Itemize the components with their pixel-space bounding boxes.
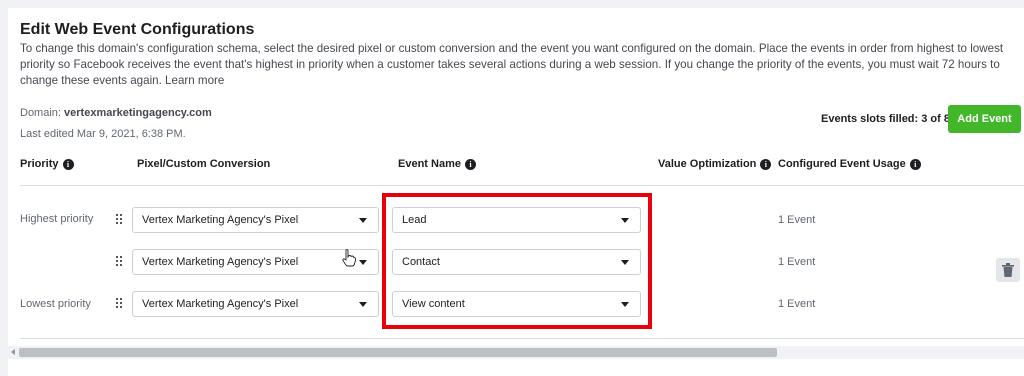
hand-cursor-icon [342, 249, 356, 267]
drag-handle-icon[interactable] [116, 214, 124, 226]
col-event-name: Event Name i [398, 158, 476, 170]
domain-value: vertexmarketingagency.com [64, 107, 212, 119]
col-pixel-label: Pixel/Custom Conversion [137, 158, 271, 170]
slots-filled: Events slots filled: 3 of 8 [821, 113, 950, 125]
col-configured-usage-label: Configured Event Usage [778, 158, 906, 170]
col-value-optimization: Value Optimization i [658, 158, 772, 170]
priority-label-highest: Highest priority [20, 213, 94, 225]
domain-label: Domain: [20, 107, 61, 119]
last-edited: Last edited Mar 9, 2021, 6:38 PM. [20, 128, 186, 140]
horizontal-scrollbar[interactable] [8, 346, 1024, 359]
scroll-left-icon[interactable] [11, 349, 15, 355]
col-priority-label: Priority [20, 158, 59, 170]
pixel-select-value: Vertex Marketing Agency's Pixel [142, 256, 299, 268]
add-event-button[interactable]: Add Event [948, 105, 1021, 133]
caret-down-icon [359, 302, 367, 307]
trash-icon [1002, 263, 1014, 277]
info-icon[interactable]: i [464, 158, 476, 170]
col-configured-usage: Configured Event Usage i [778, 158, 921, 170]
priority-label-lowest: Lowest priority [20, 298, 91, 310]
delete-event-button[interactable] [996, 258, 1020, 282]
learn-more-link[interactable]: Learn more [165, 74, 224, 87]
page-title: Edit Web Event Configurations [20, 21, 255, 38]
info-icon[interactable]: i [909, 158, 921, 170]
table-bottom-divider [20, 338, 1024, 339]
pixel-select-value: Vertex Marketing Agency's Pixel [142, 298, 299, 310]
pixel-select[interactable]: Vertex Marketing Agency's Pixel [132, 291, 379, 317]
event-usage: 1 Event [778, 256, 816, 268]
drag-handle-icon[interactable] [116, 298, 124, 310]
highlight-box [382, 193, 652, 329]
col-event-name-label: Event Name [398, 158, 461, 170]
pixel-select[interactable]: Vertex Marketing Agency's Pixel [132, 207, 379, 233]
drag-handle-icon[interactable] [116, 256, 124, 268]
description: To change this domain's configuration sc… [20, 41, 1022, 89]
col-priority: Priority i [20, 158, 74, 170]
caret-down-icon [359, 218, 367, 223]
col-pixel: Pixel/Custom Conversion [137, 158, 270, 170]
scrollbar-thumb[interactable] [19, 348, 777, 357]
col-value-optimization-label: Value Optimization [658, 158, 757, 170]
event-usage: 1 Event [778, 298, 816, 310]
event-usage: 1 Event [778, 214, 816, 226]
header-divider [20, 185, 1024, 186]
info-icon[interactable]: i [62, 158, 74, 170]
domain-info: Domain: vertexmarketingagency.com [20, 107, 212, 119]
web-event-config-panel: Edit Web Event Configurations To change … [8, 8, 1024, 376]
pixel-select-value: Vertex Marketing Agency's Pixel [142, 214, 299, 226]
info-icon[interactable]: i [760, 158, 772, 170]
caret-down-icon [359, 260, 367, 265]
